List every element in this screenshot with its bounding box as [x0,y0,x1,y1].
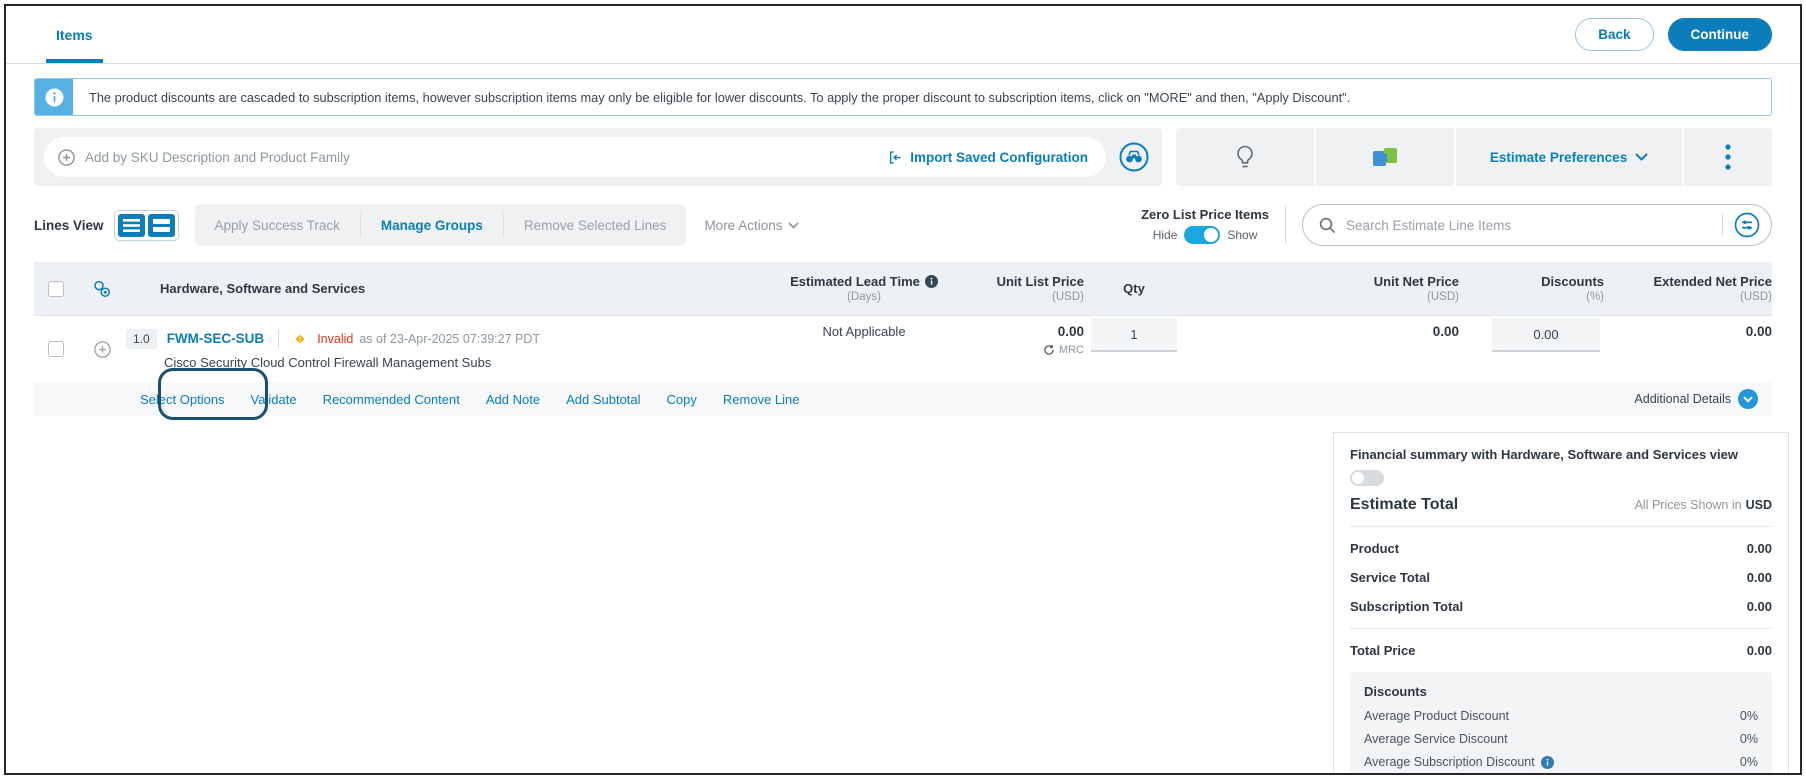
warning-diamond-icon [293,332,307,346]
table-actions-bar: Lines View Apply Success Track Manage Gr… [34,198,1772,252]
apply-success-track-button[interactable]: Apply Success Track [195,214,360,236]
tab-items[interactable]: Items [46,7,103,63]
qty-input[interactable] [1091,318,1177,352]
chevron-down-icon [1635,153,1648,161]
additional-details-button[interactable]: Additional Details [1634,389,1758,409]
invalid-status: Invalid [317,331,354,346]
lines-view-label: Lines View [34,217,104,233]
back-button[interactable]: Back [1575,18,1654,51]
info-banner-text: The product discounts are cascaded to su… [89,89,1351,105]
search-input[interactable] [1346,217,1712,233]
discounts-title: Discounts [1364,684,1427,699]
lightbulb-icon [1233,144,1257,170]
toolbar: Import Saved Configuration Estimate Pref… [34,128,1772,186]
financial-summary-panel: Financial summary with Hardware, Softwar… [1333,432,1789,773]
unit-list-price-value: 0.00 [1057,324,1084,339]
discount-row: Average Service Discount 0% [1364,732,1758,746]
billing-frequency: MRC [1058,344,1084,356]
discounts-box: Discounts Average Product Discount 0% Av… [1350,672,1772,773]
filter-icon[interactable] [1733,211,1761,239]
summary-row: Product 0.00 [1350,541,1772,556]
column-header-qty[interactable]: Qty [1084,281,1184,296]
column-header-discounts[interactable]: Discounts [1459,274,1604,289]
lines-view-toggle [113,209,179,241]
discount-input[interactable] [1492,318,1600,352]
import-icon [888,150,903,165]
table-header: Hardware, Software and Services Estimate… [34,262,1772,316]
select-all-checkbox[interactable] [48,280,64,297]
line-action-link[interactable]: Add Note [486,392,540,407]
line-action-link[interactable]: Recommended Content [323,392,460,407]
column-header-main[interactable]: Hardware, Software and Services [126,281,764,296]
info-icon [35,79,73,115]
add-sku-pill: Import Saved Configuration [44,137,1106,177]
summary-view-toggle-label: Financial summary with Hardware, Softwar… [1350,447,1738,462]
binoculars-icon[interactable] [1118,141,1150,173]
discount-row: Average Subscription Discount 0% [1364,755,1758,769]
column-header-lead-time[interactable]: Estimated Lead Time [790,274,920,289]
hide-label: Hide [1152,227,1178,242]
zero-list-price-label: Zero List Price Items [1141,206,1269,222]
manage-groups-button[interactable]: Manage Groups [359,214,503,236]
suggestions-button[interactable] [1176,128,1314,186]
invalid-timestamp: as of 23-Apr-2025 07:39:27 PDT [359,331,540,346]
chevron-down-icon [788,221,800,229]
line-description: Cisco Security Cloud Control Firewall Ma… [164,354,492,370]
search-icon [1319,217,1336,234]
table-row: 1.0 FWM-SEC-SUB Invalid as of 23-Apr-202… [34,316,1772,382]
group-lines-icon[interactable] [78,279,126,299]
line-action-link[interactable]: Select Options [140,392,225,407]
recurring-icon [1043,344,1055,356]
line-number-badge: 1.0 [126,328,157,349]
expand-row-icon[interactable] [78,340,126,358]
sku-link[interactable]: FWM-SEC-SUB [167,331,265,346]
summary-row: Subscription Total 0.00 [1350,599,1772,614]
discount-row: Average Product Discount 0% [1364,709,1758,723]
briefcase-puzzle-icon [1371,144,1399,170]
extended-net-price-value: 0.00 [1745,324,1772,339]
search-estimate-lines [1302,204,1772,246]
toolbar-right-panel: Estimate Preferences [1176,128,1772,186]
zero-list-price-control: Zero List Price Items Hide Show [1141,207,1269,244]
summary-view-toggle[interactable] [1350,470,1384,486]
additional-details-chevron-icon [1738,389,1758,409]
sku-search-input[interactable] [85,149,879,165]
line-actions-bar: Select Options Validate Recommended Cont… [34,382,1772,416]
line-action-link[interactable]: Add Subtotal [566,392,640,407]
lead-time-value: Not Applicable [822,324,906,339]
lead-time-info-icon[interactable] [924,275,938,288]
remove-selected-lines-button[interactable]: Remove Selected Lines [502,214,687,236]
more-actions-button[interactable]: More Actions [704,218,800,233]
prices-note: All Prices Shown in [1634,498,1742,512]
more-menu-button[interactable] [1682,128,1772,186]
column-header-unit-list[interactable]: Unit List Price [964,274,1084,289]
estimate-preferences-button[interactable]: Estimate Preferences [1454,128,1682,186]
line-action-link[interactable]: Copy [667,392,697,407]
page-header: Items Back Continue [6,6,1800,64]
column-header-unit-net[interactable]: Unit Net Price [1184,274,1459,289]
info-banner: The product discounts are cascaded to su… [34,78,1772,116]
column-header-extended[interactable]: Extended Net Price [1604,274,1773,289]
discount-info-icon[interactable] [1540,755,1554,769]
show-label: Show [1227,227,1258,242]
summary-row: Service Total 0.00 [1350,570,1772,585]
list-view-button[interactable] [117,213,145,237]
plus-circle-icon [58,148,75,166]
estimate-total-title: Estimate Total [1350,496,1459,513]
kebab-icon [1725,144,1731,170]
deals-button[interactable] [1314,128,1454,186]
unit-net-price-value: 0.00 [1432,324,1459,339]
continue-button[interactable]: Continue [1667,18,1772,51]
import-saved-configuration-button[interactable]: Import Saved Configuration [888,150,1098,165]
line-action-link[interactable]: Validate [251,392,297,407]
summary-row: Total Price 0.00 [1350,643,1772,658]
currency-label: USD [1745,498,1772,512]
line-action-link[interactable]: Remove Line [723,392,800,407]
zero-list-price-toggle[interactable] [1184,225,1221,244]
app-window: Items Back Continue The product discount… [4,4,1802,775]
bulk-actions-group: Apply Success Track Manage Groups Remove… [194,204,687,246]
add-sku-panel: Import Saved Configuration [34,128,1162,186]
split-view-button[interactable] [147,213,175,237]
row-checkbox[interactable] [48,341,64,357]
